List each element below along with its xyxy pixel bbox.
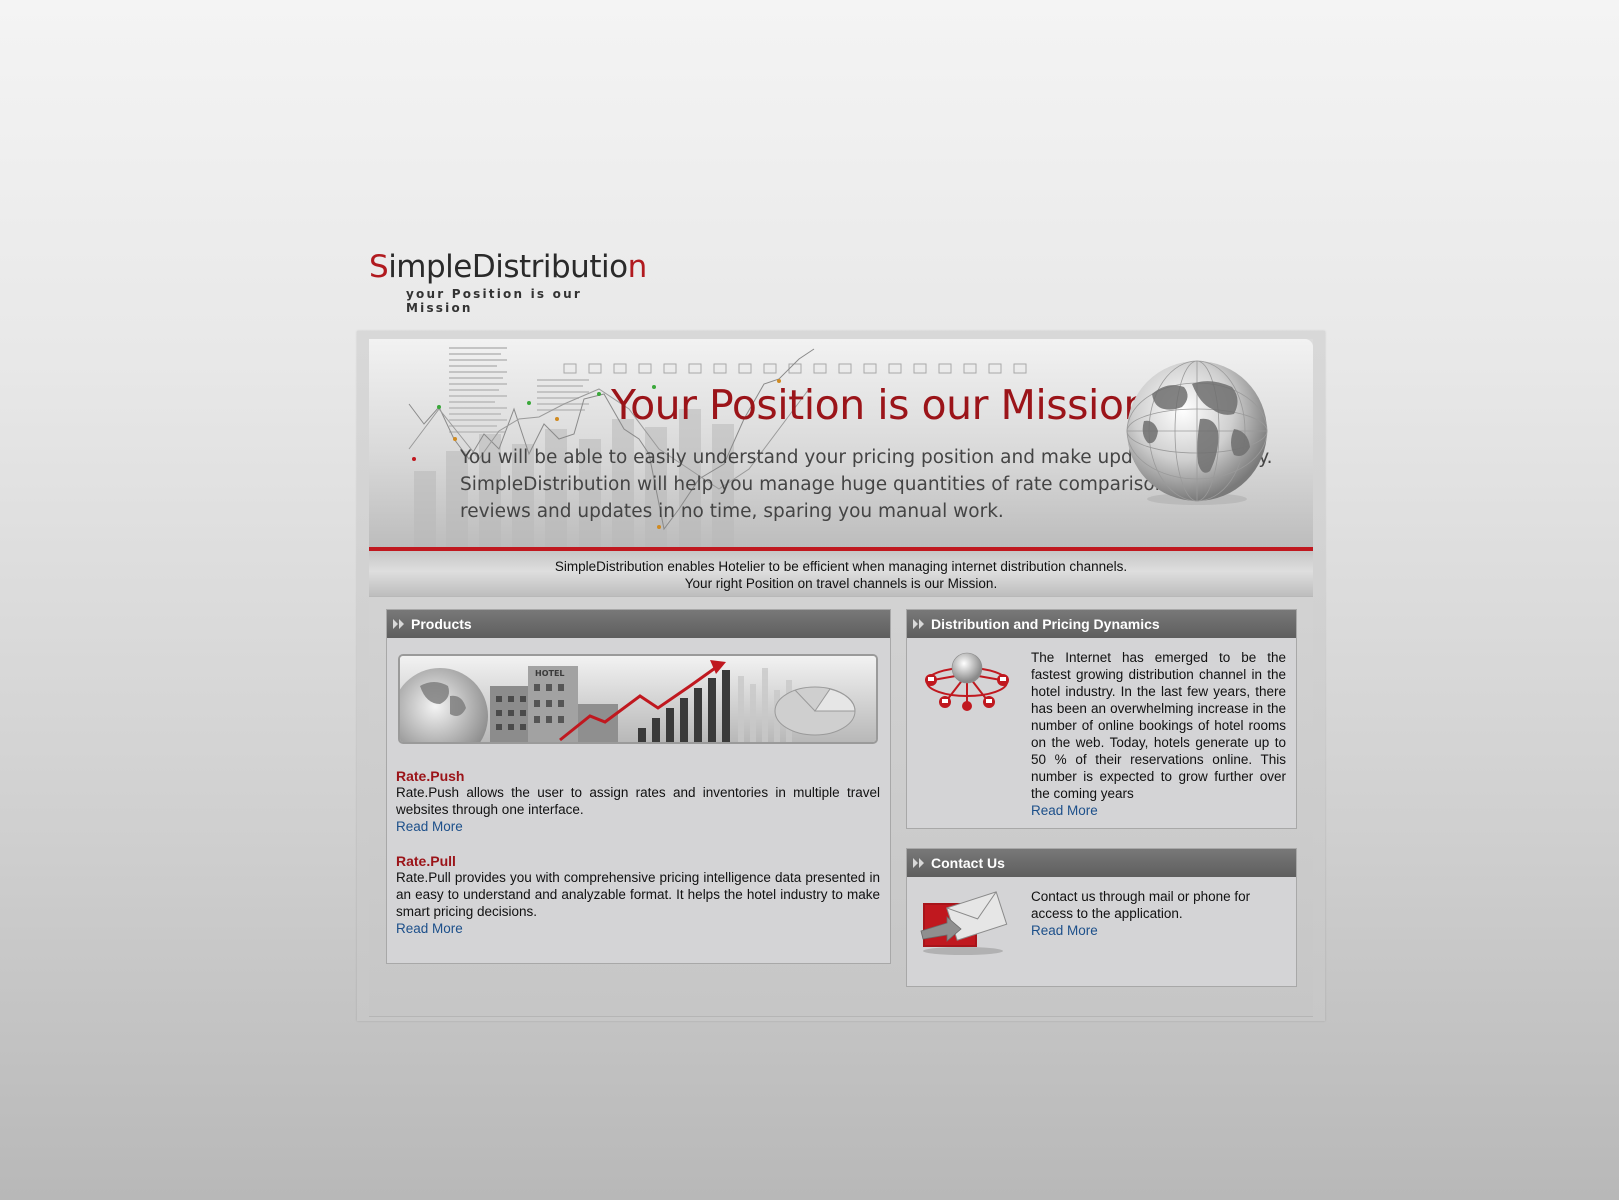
- rate-pull-title: Rate.Pull: [396, 853, 456, 869]
- contact-header: Contact Us: [907, 849, 1296, 877]
- double-chevron-icon: [913, 619, 924, 629]
- logo-tagline: your Position is our Mission: [406, 287, 582, 315]
- network-globe-icon: [925, 652, 1009, 711]
- content-area: Your Position is our Mission You will be…: [369, 339, 1313, 1017]
- distribution-panel: Distribution and Pricing Dynamics The In…: [906, 609, 1297, 829]
- hotel-sign: HOTEL: [535, 669, 565, 678]
- rate-pull-read-more-link[interactable]: Read More: [396, 920, 463, 937]
- content-frame: Your Position is our Mission You will be…: [357, 331, 1325, 1021]
- site-logo[interactable]: SimpleDistribution your Position is our …: [369, 249, 649, 316]
- double-chevron-icon: [393, 619, 404, 629]
- banner-headline: Your Position is our Mission: [611, 381, 1149, 429]
- rate-push-description: Rate.Push allows the user to assign rate…: [396, 785, 880, 817]
- product-rate-pull: Rate.Pull Rate.Pull provides you with co…: [396, 853, 880, 938]
- mission-tagline: SimpleDistribution enables Hotelier to b…: [369, 551, 1313, 597]
- contact-description: Contact us through mail or phone for acc…: [1031, 889, 1251, 921]
- distribution-content: The Internet has emerged to be the faste…: [1031, 649, 1286, 820]
- double-chevron-icon: [913, 858, 924, 868]
- distribution-description: The Internet has emerged to be the faste…: [1031, 650, 1286, 801]
- distribution-read-more-link[interactable]: Read More: [1031, 802, 1098, 819]
- globe-icon: [1126, 360, 1268, 505]
- products-panel: Products HOTEL Rate.Push Rate.Push allow…: [386, 609, 891, 964]
- growth-chart-icon: HOTEL: [400, 656, 876, 742]
- contact-panel: Contact Us Contact us through mail or ph…: [906, 848, 1297, 987]
- hero-banner: Your Position is our Mission You will be…: [369, 339, 1313, 549]
- distribution-header: Distribution and Pricing Dynamics: [907, 610, 1296, 638]
- rate-pull-description: Rate.Pull provides you with comprehensiv…: [396, 870, 880, 919]
- products-header: Products: [387, 610, 890, 638]
- mail-envelope-icon: [920, 891, 1008, 955]
- product-rate-push: Rate.Push Rate.Push allows the user to a…: [396, 768, 880, 836]
- contact-read-more-link[interactable]: Read More: [1031, 922, 1098, 939]
- rate-push-title: Rate.Push: [396, 768, 465, 784]
- banner-description: You will be able to easily understand yo…: [460, 447, 1273, 522]
- contact-content: Contact us through mail or phone for acc…: [1031, 888, 1286, 940]
- logo-title: SimpleDistribution: [369, 249, 647, 285]
- rate-push-read-more-link[interactable]: Read More: [396, 818, 463, 835]
- products-image: HOTEL: [398, 654, 878, 744]
